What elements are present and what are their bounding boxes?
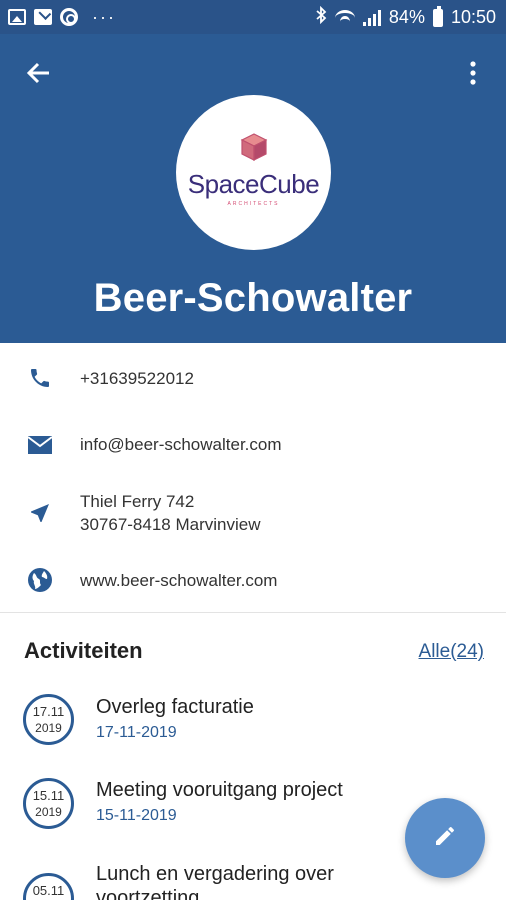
activity-item[interactable]: 17.11 2019 Overleg facturatie 17-11-2019 bbox=[0, 690, 506, 760]
mail-notification-icon bbox=[34, 9, 52, 25]
clock: 10:50 bbox=[450, 7, 496, 27]
back-button[interactable] bbox=[22, 58, 56, 92]
activity-date-badge: 15.11 2019 bbox=[23, 778, 74, 829]
activity-badge-day: 15.11 bbox=[32, 787, 65, 803]
logo-wordmark: SpaceCube bbox=[187, 169, 320, 199]
section-divider bbox=[0, 612, 506, 613]
wifi-icon bbox=[334, 9, 355, 26]
activity-badge-year: 2019 bbox=[35, 720, 62, 735]
activity-badge-day: 17.11 bbox=[32, 703, 65, 719]
cube-logo-icon bbox=[240, 132, 268, 167]
more-vert-icon bbox=[469, 60, 477, 91]
status-bar-system: 84% 10:50 bbox=[315, 5, 496, 29]
activity-date-badge: 05.11 2019 bbox=[23, 873, 74, 900]
arrow-left-icon bbox=[26, 60, 52, 91]
activity-date: 15-11-2019 bbox=[96, 807, 177, 824]
activities-heading: Activiteiten bbox=[24, 638, 143, 663]
bluetooth-icon bbox=[315, 5, 327, 29]
address: Thiel Ferry 742 30767-8418 Marvinview bbox=[80, 490, 261, 536]
more-notifications-dots: ··· bbox=[92, 7, 116, 27]
activity-title: Overleg facturatie bbox=[96, 696, 254, 718]
company-name: Beer-Schowalter bbox=[93, 276, 413, 320]
address-row[interactable]: Thiel Ferry 742 30767-8418 Marvinview bbox=[0, 490, 506, 536]
website-url: www.beer-schowalter.com bbox=[80, 571, 278, 590]
battery-percent: 84% bbox=[388, 7, 425, 27]
more-options-button[interactable] bbox=[456, 58, 490, 92]
email-row[interactable]: info@beer-schowalter.com bbox=[0, 431, 506, 459]
signal-icon bbox=[362, 9, 381, 26]
logo-subtext: ARCHITECTS bbox=[227, 201, 280, 207]
pencil-icon bbox=[433, 824, 457, 853]
company-logo: SpaceCube ARCHITECTS bbox=[176, 95, 331, 250]
address-line-2: 30767-8418 Marvinview bbox=[80, 515, 261, 534]
mail-icon bbox=[26, 431, 54, 459]
navigation-icon bbox=[26, 499, 54, 527]
edit-fab-button[interactable] bbox=[405, 798, 485, 878]
activity-badge-day: 05.11 bbox=[32, 882, 65, 898]
gallery-icon bbox=[8, 9, 26, 25]
activity-title: Lunch en vergadering over voortzetting bbox=[96, 863, 334, 900]
activity-title: Meeting vooruitgang project bbox=[96, 779, 343, 801]
phone-row[interactable]: +31639522012 bbox=[0, 364, 506, 392]
activity-date-badge: 17.11 2019 bbox=[23, 694, 74, 745]
status-bar: ··· 84% 10:50 bbox=[0, 0, 506, 34]
company-header: SpaceCube ARCHITECTS Beer-Schowalter bbox=[0, 34, 506, 343]
activity-date: 17-11-2019 bbox=[96, 724, 177, 741]
phone-number: +31639522012 bbox=[80, 369, 194, 388]
email-address: info@beer-schowalter.com bbox=[80, 435, 282, 454]
globe-icon bbox=[26, 566, 54, 594]
phone-icon bbox=[26, 364, 54, 392]
address-line-1: Thiel Ferry 742 bbox=[80, 492, 195, 511]
activity-badge-year: 2019 bbox=[35, 804, 62, 819]
status-bar-notifications: ··· bbox=[8, 8, 116, 26]
sync-icon bbox=[60, 8, 78, 26]
website-row[interactable]: www.beer-schowalter.com bbox=[0, 566, 506, 594]
battery-icon bbox=[432, 5, 443, 27]
all-activities-link[interactable]: Alle(24) bbox=[419, 641, 484, 663]
